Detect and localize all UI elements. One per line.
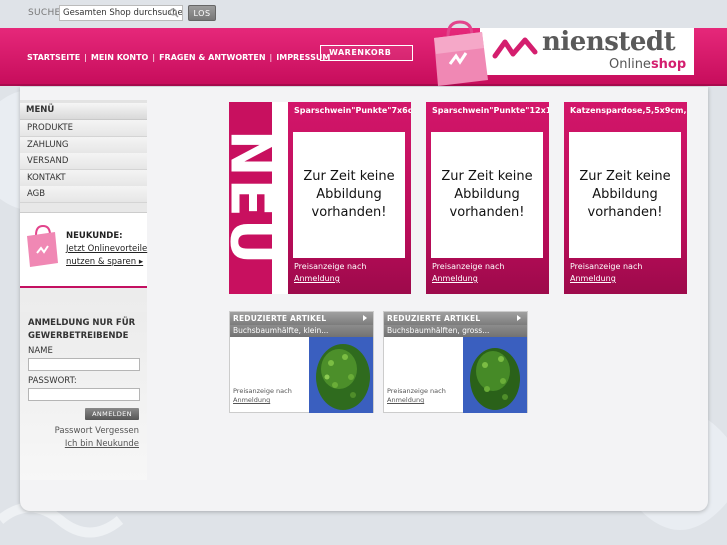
name-input[interactable] bbox=[28, 358, 140, 371]
password-input[interactable] bbox=[28, 388, 140, 401]
login-title: ANMELDUNG NUR FÜR GEWERBETREIBENDE bbox=[28, 318, 136, 341]
product-price-note: Preisanzeige nach bbox=[432, 262, 505, 271]
menu-item-agb[interactable]: AGB bbox=[20, 186, 147, 203]
nav-separator: | bbox=[269, 53, 273, 62]
logo-text: nienstedt bbox=[542, 27, 676, 57]
product-title[interactable]: Katzenspardose,5,5x9cm,sortiert bbox=[570, 106, 687, 115]
logo-subtitle: Onlineshop bbox=[609, 57, 686, 72]
reduced-price-note: Preisanzeige nach bbox=[387, 387, 446, 395]
search-icon[interactable] bbox=[169, 8, 179, 18]
product-price-note: Preisanzeige nach bbox=[294, 262, 367, 271]
reduced-login-link[interactable]: Anmeldung bbox=[233, 396, 270, 404]
product-card[interactable]: Sparschwein"Punkte"12x10cm Zur Zeit kein… bbox=[426, 102, 549, 294]
reduced-header[interactable]: REDUZIERTE ARTIKEL bbox=[230, 312, 373, 325]
reduced-header-label[interactable]: REDUZIERTE ARTIKEL bbox=[387, 314, 480, 323]
product-no-image[interactable]: Zur Zeit keine Abbildung vorhanden! bbox=[431, 132, 543, 258]
reduced-item-title[interactable]: Buchsbaumhälften, gross... bbox=[384, 325, 527, 337]
forgot-password-link[interactable]: Passwort Vergessen bbox=[55, 426, 139, 436]
boxwood-image[interactable] bbox=[463, 337, 527, 413]
product-card[interactable]: Katzenspardose,5,5x9cm,sortiert Zur Zeit… bbox=[564, 102, 687, 294]
product-no-image[interactable]: Zur Zeit keine Abbildung vorhanden! bbox=[293, 132, 405, 258]
cart-button[interactable]: WARENKORB bbox=[320, 45, 413, 61]
name-label: NAME bbox=[28, 346, 53, 356]
shopping-bag-icon bbox=[434, 20, 488, 86]
new-customer-title: NEUKUNDE: bbox=[66, 231, 123, 241]
product-no-image[interactable]: Zur Zeit keine Abbildung vorhanden! bbox=[569, 132, 681, 258]
logo-subtitle-bold: shop bbox=[650, 57, 687, 72]
new-banner-text: NEU bbox=[217, 129, 283, 267]
boxwood-image[interactable] bbox=[309, 337, 373, 413]
reduced-item-card[interactable]: REDUZIERTE ARTIKEL Buchsbaumhälfte, klei… bbox=[229, 311, 374, 413]
product-card[interactable]: Sparschwein"Punkte"7x6cm Zur Zeit keine … bbox=[288, 102, 411, 294]
reduced-header[interactable]: REDUZIERTE ARTIKEL bbox=[384, 312, 527, 325]
product-price-note: Preisanzeige nach bbox=[570, 262, 643, 271]
top-navigation: STARTSEITE | MEIN KONTO | FRAGEN & ANTWORTEN… bbox=[27, 53, 330, 62]
product-login-link[interactable]: Anmeldung bbox=[294, 274, 340, 283]
search-label: SUCHE bbox=[28, 8, 61, 18]
arrow-right-icon[interactable] bbox=[363, 315, 367, 321]
menu-item-versand[interactable]: VERSAND bbox=[20, 153, 147, 170]
logo-mark-icon bbox=[492, 37, 538, 59]
nav-link-startseite[interactable]: STARTSEITE bbox=[27, 53, 80, 62]
nav-link-faq[interactable]: FRAGEN & ANTWORTEN bbox=[159, 53, 265, 62]
shopping-bag-icon bbox=[27, 224, 58, 267]
new-customer-link-line1[interactable]: Jetzt Onlinevorteile bbox=[66, 244, 147, 254]
new-customer-link[interactable]: Jetzt Onlinevorteile nutzen & sparen ▸ bbox=[66, 243, 147, 269]
password-label: PASSWORT: bbox=[28, 376, 77, 386]
nav-separator: | bbox=[84, 53, 87, 62]
menu-item-zahlung[interactable]: ZAHLUNG bbox=[20, 137, 147, 154]
new-customer-link-line2[interactable]: nutzen & sparen ▸ bbox=[66, 257, 143, 267]
nav-separator: | bbox=[152, 53, 156, 62]
arrow-right-icon[interactable] bbox=[517, 315, 521, 321]
menu-item-kontakt[interactable]: KONTAKT bbox=[20, 170, 147, 187]
product-login-link[interactable]: Anmeldung bbox=[432, 274, 478, 283]
reduced-item-title[interactable]: Buchsbaumhälfte, klein... bbox=[230, 325, 373, 337]
search-input[interactable]: Gesamten Shop durchsuchen bbox=[59, 5, 183, 21]
reduced-header-label[interactable]: REDUZIERTE ARTIKEL bbox=[233, 314, 326, 323]
product-title[interactable]: Sparschwein"Punkte"7x6cm bbox=[294, 106, 411, 115]
product-title[interactable]: Sparschwein"Punkte"12x10cm bbox=[432, 106, 549, 115]
reduced-item-card[interactable]: REDUZIERTE ARTIKEL Buchsbaumhälften, gro… bbox=[383, 311, 528, 413]
register-link[interactable]: Ich bin Neukunde bbox=[65, 439, 139, 449]
logo-subtitle-plain: Online bbox=[609, 57, 651, 72]
reduced-price-note: Preisanzeige nach bbox=[233, 387, 292, 395]
nav-link-mein-konto[interactable]: MEIN KONTO bbox=[91, 53, 148, 62]
product-login-link[interactable]: Anmeldung bbox=[570, 274, 616, 283]
reduced-login-link[interactable]: Anmeldung bbox=[387, 396, 424, 404]
menu-item-produkte[interactable]: PRODUKTE bbox=[20, 120, 147, 137]
login-button[interactable]: ANMELDEN bbox=[85, 408, 139, 420]
menu-title: MENÜ bbox=[20, 103, 147, 120]
search-submit-button[interactable]: LOS bbox=[188, 5, 216, 21]
